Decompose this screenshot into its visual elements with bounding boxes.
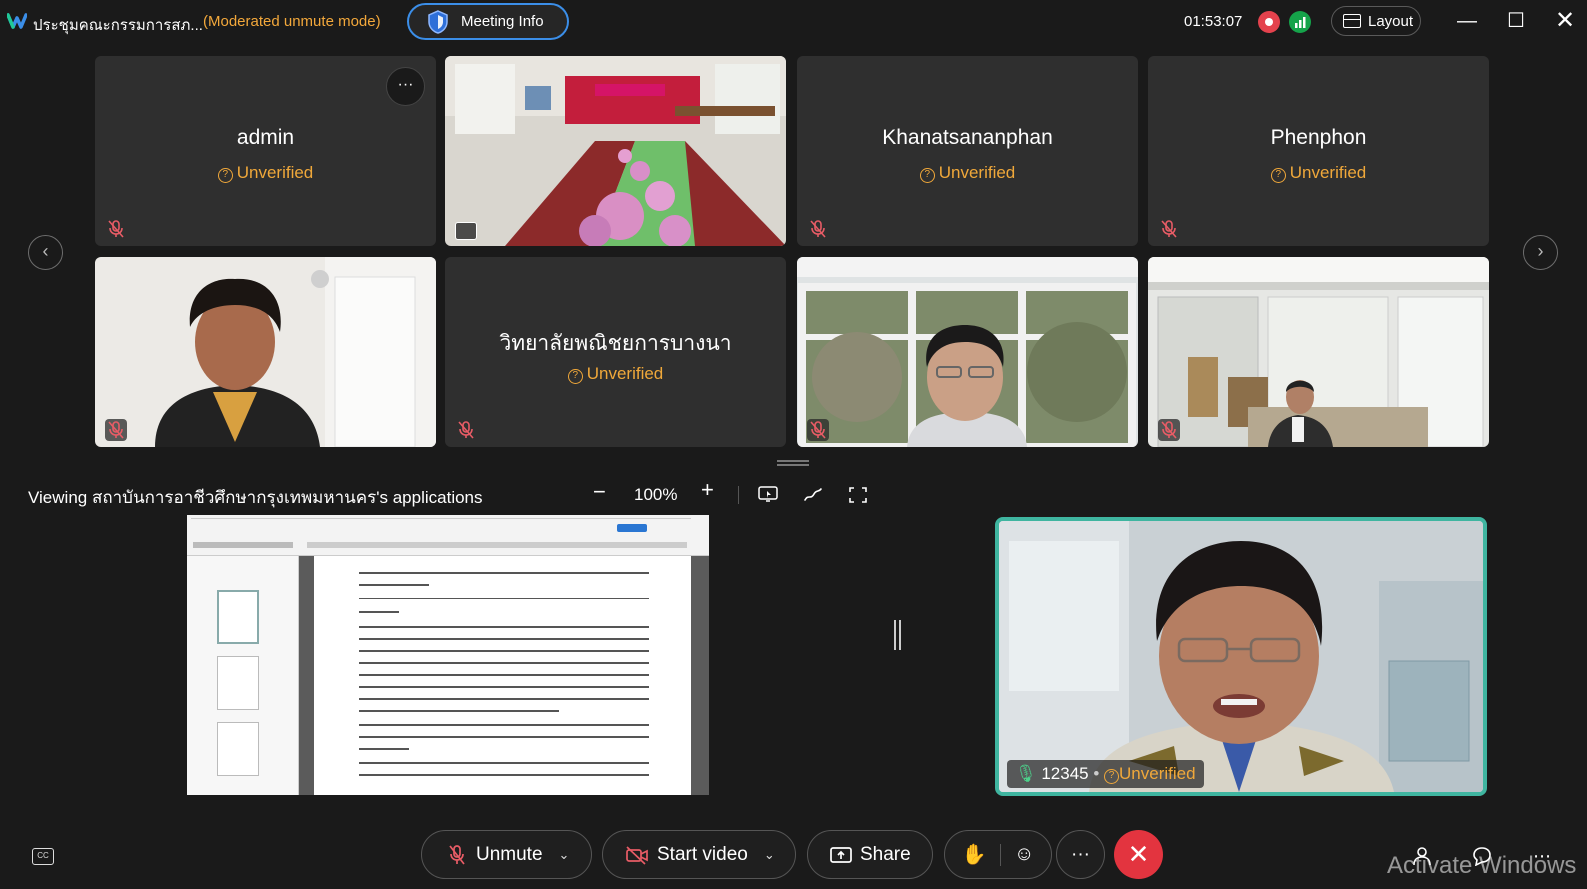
annotate-icon[interactable]	[803, 486, 823, 504]
viewer-gutter	[299, 556, 314, 795]
participant-tile[interactable]: Khanatsananphan ? Unverified	[797, 56, 1138, 246]
meeting-info-label: Meeting Info	[461, 13, 544, 30]
active-speaker-video[interactable]: 🎙 12345 • ? Unverified	[995, 517, 1487, 796]
document-page	[314, 556, 691, 795]
windows-activation-watermark: Activate Windows	[1387, 852, 1577, 879]
share-button[interactable]: Share	[807, 830, 933, 879]
title-bar: ประชุมคณะกรรมการสภ... (Moderated unmute …	[0, 0, 1587, 44]
participant-name: admin	[236, 126, 295, 149]
office-room-video	[1148, 257, 1489, 447]
page-thumbnail[interactable]	[217, 590, 259, 644]
participant-tile[interactable]: Phenphon ? Unverified	[1148, 56, 1489, 246]
question-icon: ?	[1270, 168, 1286, 183]
muted-mic-icon	[810, 220, 826, 238]
meeting-title: ประชุมคณะกรรมการสภ...	[33, 17, 203, 34]
speaker-status: ? Unverified	[1104, 764, 1196, 784]
man-window-video	[797, 257, 1138, 447]
toolbar-divider	[738, 486, 739, 504]
participant-name: วิทยาลัยพณิชยการบางนา	[499, 332, 732, 355]
zoom-out-button[interactable]: −	[593, 479, 606, 505]
unmute-button[interactable]: Unmute ⌄	[421, 830, 592, 879]
remote-control-icon[interactable]	[758, 486, 778, 504]
layout-button[interactable]: Layout	[1331, 6, 1421, 36]
muted-mic-icon	[1158, 419, 1180, 441]
muted-mic-icon	[105, 419, 127, 441]
minimize-icon[interactable]: —	[1457, 10, 1477, 33]
zoom-level: 100%	[634, 485, 678, 504]
verification-status: ? Unverified	[445, 364, 786, 384]
muted-mic-icon	[108, 220, 124, 238]
speaker-video-feed	[999, 521, 1483, 792]
shared-screen-view[interactable]	[187, 515, 709, 795]
raise-hand-icon[interactable]: ✋	[962, 842, 987, 867]
page-thumbnail[interactable]	[217, 656, 259, 710]
reactions-icon[interactable]: ☺	[1014, 843, 1034, 866]
more-options-button[interactable]: ···	[386, 67, 425, 106]
layout-label: Layout	[1368, 12, 1414, 30]
end-call-button[interactable]: ✕	[1114, 830, 1163, 879]
screen-share-indicator-icon	[455, 222, 477, 240]
maximize-icon[interactable]: ☐	[1507, 8, 1525, 33]
speaker-name-label: 🎙 12345 • ? Unverified	[1007, 760, 1204, 788]
page-thumbnails-panel	[187, 556, 299, 795]
question-icon: ?	[217, 168, 233, 183]
page-thumbnail[interactable]	[217, 722, 259, 776]
next-page-arrow[interactable]: ›	[1523, 235, 1558, 270]
verification-status: ? Unverified	[797, 163, 1138, 183]
zoom-in-button[interactable]: +	[701, 477, 714, 503]
viewing-share-label: Viewing สถาบันการอาชีวศึกษากรุงเทพมหานคร…	[28, 488, 483, 507]
reactions-group: ✋ ☺	[944, 830, 1052, 879]
recording-icon[interactable]	[1258, 11, 1280, 33]
muted-mic-icon	[807, 419, 829, 441]
question-icon: ?	[919, 168, 935, 183]
meeting-info-button[interactable]: Meeting Info	[407, 3, 569, 40]
viewer-scrollbar	[691, 556, 709, 795]
participant-tile[interactable]: วิทยาลัยพณิชยการบางนา ? Unverified	[445, 257, 786, 447]
speaker-mic-icon: 🎙	[1015, 764, 1037, 783]
separator: •	[1093, 764, 1100, 783]
start-video-label: Start video	[657, 843, 748, 865]
closed-captions-icon[interactable]: CC	[32, 848, 54, 865]
muted-mic-icon	[1161, 220, 1177, 238]
more-options-button[interactable]: ···	[1056, 830, 1105, 879]
chevron-down-icon[interactable]: ⌄	[559, 847, 570, 863]
close-icon[interactable]: ✕	[1555, 6, 1575, 35]
panel-resize-handle[interactable]	[777, 460, 809, 466]
muted-mic-icon	[458, 421, 474, 439]
participant-name: Phenphon	[1270, 126, 1367, 149]
split-resize-handle[interactable]	[894, 620, 901, 650]
question-icon: ?	[567, 369, 583, 384]
more-label: ···	[1071, 843, 1090, 865]
conference-room-video	[445, 56, 786, 246]
speaker-name: 12345	[1041, 764, 1089, 783]
chevron-down-icon[interactable]: ⌄	[764, 847, 775, 863]
verification-status: ? Unverified	[1148, 163, 1489, 183]
participant-video-tile[interactable]	[445, 56, 786, 246]
participant-tile[interactable]: admin ? Unverified ···	[95, 56, 436, 246]
participant-video-tile[interactable]	[95, 257, 436, 447]
shared-app-toolbar	[187, 515, 709, 556]
share-screen-icon	[830, 846, 852, 863]
video-off-icon	[626, 845, 648, 865]
group-divider	[999, 843, 1001, 866]
muted-mic-icon	[449, 844, 465, 865]
participant-video-tile[interactable]	[797, 257, 1138, 447]
network-signal-icon[interactable]	[1289, 11, 1311, 33]
share-label: Share	[860, 843, 911, 865]
question-icon: ?	[1104, 769, 1120, 784]
moderated-mode-label: (Moderated unmute mode)	[203, 13, 381, 30]
verification-status: ? Unverified	[95, 163, 436, 183]
start-video-button[interactable]: Start video ⌄	[602, 830, 796, 879]
previous-page-arrow[interactable]: ‹	[28, 235, 63, 270]
meeting-timer: 01:53:07	[1184, 13, 1243, 30]
participant-video-tile[interactable]	[1148, 257, 1489, 447]
participant-name: Khanatsananphan	[882, 126, 1053, 149]
woman-video	[95, 257, 436, 447]
webex-logo-icon	[7, 13, 27, 29]
layout-icon	[1343, 14, 1361, 28]
unmute-label: Unmute	[476, 843, 543, 865]
fullscreen-icon[interactable]	[848, 486, 868, 504]
shield-icon	[428, 9, 448, 34]
